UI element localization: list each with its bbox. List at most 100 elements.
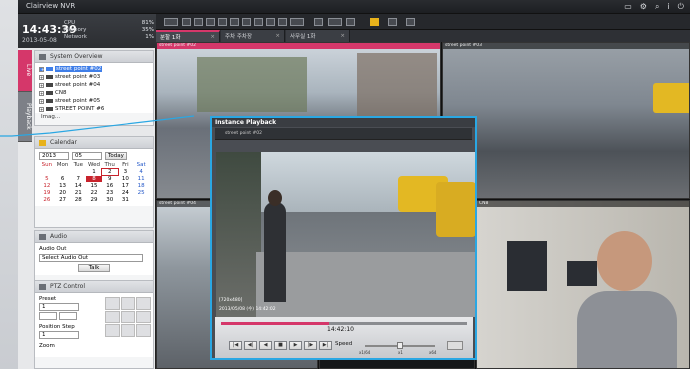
position-step-select[interactable]: 1: [39, 331, 79, 339]
calendar-day[interactable]: 10: [118, 176, 134, 182]
calendar-day[interactable]: 29: [86, 197, 102, 203]
calendar-day[interactable]: 11: [133, 176, 149, 182]
calendar-day[interactable]: 18: [133, 183, 149, 189]
bar-chart-icon[interactable]: [370, 18, 379, 26]
settings-icon[interactable]: ⚙: [640, 2, 647, 11]
calendar-day[interactable]: 6: [55, 176, 71, 182]
calendar-day[interactable]: 23: [102, 190, 118, 196]
close-dialog-button[interactable]: [447, 341, 463, 350]
ptz-down-left[interactable]: [105, 324, 120, 337]
layout-36-button[interactable]: [278, 18, 287, 26]
ptz-up-right[interactable]: [136, 297, 151, 310]
tab-playback[interactable]: Playback: [18, 92, 32, 142]
window-icon[interactable]: [346, 18, 355, 26]
playback-video[interactable]: [720x480] 2013/05/08 (수) 14:42:02: [216, 152, 475, 317]
ptz-down[interactable]: [120, 324, 136, 337]
info-icon[interactable]: i: [667, 2, 669, 11]
calendar-day[interactable]: 14: [70, 183, 86, 189]
close-icon[interactable]: ×: [275, 33, 280, 39]
calendar-day[interactable]: 26: [39, 197, 55, 203]
layout-9-button[interactable]: [230, 18, 239, 26]
ptz-right[interactable]: [136, 310, 151, 324]
tab-view-2[interactable]: 주차 주차장 ×: [221, 30, 285, 42]
tree-item[interactable]: + CN8: [39, 89, 149, 97]
close-icon[interactable]: ×: [210, 34, 215, 40]
play-icon[interactable]: ▶: [289, 341, 302, 350]
calendar-day[interactable]: 20: [55, 190, 71, 196]
year-select[interactable]: 2013: [39, 152, 69, 160]
layout-16-button[interactable]: [266, 18, 275, 26]
talk-button[interactable]: Talk: [78, 264, 110, 272]
last-frame-icon[interactable]: ▶|: [319, 341, 332, 350]
calendar-day[interactable]: 27: [55, 197, 71, 203]
tab-view-3[interactable]: 사무실 1화 ×: [286, 30, 350, 42]
preset-set-button[interactable]: [59, 312, 77, 320]
calendar-day[interactable]: 15: [86, 183, 102, 189]
ptz-left[interactable]: [105, 310, 120, 324]
close-icon[interactable]: ×: [340, 33, 345, 39]
grid-icon[interactable]: [314, 18, 323, 26]
layout-13-button[interactable]: [254, 18, 263, 26]
fit-icon[interactable]: [406, 18, 415, 26]
calendar-day[interactable]: 25: [133, 190, 149, 196]
calendar-day[interactable]: 2: [100, 168, 119, 176]
ptz-up[interactable]: [120, 297, 136, 310]
calendar-day[interactable]: 9: [102, 176, 118, 182]
calendar-day[interactable]: 30: [102, 197, 118, 203]
power-icon[interactable]: ⏻: [678, 2, 684, 11]
ptz-home[interactable]: [120, 310, 136, 324]
preset-go-button[interactable]: [39, 312, 57, 320]
reverse-icon[interactable]: ◀: [259, 341, 272, 350]
sequence-icon[interactable]: [328, 18, 342, 26]
calendar-day[interactable]: 21: [70, 190, 86, 196]
tree-item[interactable]: + STREET POINT #6: [39, 105, 149, 113]
audio-out-select[interactable]: Select Audio Out: [39, 254, 143, 262]
layout-8-button[interactable]: [218, 18, 227, 26]
calendar-day[interactable]: 3: [118, 169, 134, 175]
calendar-day[interactable]: 22: [86, 190, 102, 196]
video-cell[interactable]: CN8: [476, 200, 690, 369]
calendar-day[interactable]: 7: [70, 176, 86, 182]
layout-10-button[interactable]: [242, 18, 251, 26]
export-icon[interactable]: [388, 18, 397, 26]
fullscreen-icon[interactable]: ▭: [624, 2, 632, 11]
layout-1-button[interactable]: [182, 18, 191, 26]
ptz-up-left[interactable]: [105, 297, 120, 310]
tree-item[interactable]: + street point #03: [39, 73, 149, 81]
tree-more[interactable]: Imag...: [35, 113, 153, 121]
calendar-day[interactable]: 1: [86, 169, 102, 175]
search-icon[interactable]: ⌕: [655, 2, 659, 11]
calendar-day[interactable]: 24: [118, 190, 134, 196]
calendar-day[interactable]: 19: [39, 190, 55, 196]
calendar-day[interactable]: 13: [55, 183, 71, 189]
calendar-day[interactable]: 12: [39, 183, 55, 189]
first-frame-icon[interactable]: |◀: [229, 341, 242, 350]
step-forward-icon[interactable]: |▶: [304, 341, 317, 350]
calendar-day[interactable]: 8: [86, 176, 102, 182]
video-cell[interactable]: street point #03: [442, 42, 690, 199]
calendar-day[interactable]: 16: [102, 183, 118, 189]
tab-view-1[interactable]: 분할 1화 ×: [156, 30, 220, 42]
ptz-down-right[interactable]: [136, 324, 151, 337]
calendar-day[interactable]: 31: [118, 197, 134, 203]
playback-progress[interactable]: [221, 322, 467, 325]
step-back-icon[interactable]: ◀|: [244, 341, 257, 350]
layout-64-button[interactable]: [290, 18, 304, 26]
tree-item[interactable]: + street point #04: [39, 81, 149, 89]
preset-select[interactable]: 1: [39, 303, 79, 311]
stop-icon[interactable]: ■: [274, 341, 287, 350]
calendar-day[interactable]: 17: [118, 183, 134, 189]
layout-4-button[interactable]: [194, 18, 203, 26]
tab-live[interactable]: Live: [18, 50, 32, 92]
speed-slider-handle[interactable]: [397, 342, 403, 349]
prev-page-button[interactable]: [164, 18, 178, 26]
layout-6-button[interactable]: [206, 18, 215, 26]
month-select[interactable]: 05: [72, 152, 102, 160]
calendar-day[interactable]: 5: [39, 176, 55, 182]
title-bar: Clairview NVR ▭ ⚙ ⌕ i ⏻: [18, 0, 690, 14]
tree-item[interactable]: + street point #02: [39, 65, 149, 73]
tree-item[interactable]: + street point #05: [39, 97, 149, 105]
today-button[interactable]: Today: [105, 152, 127, 160]
calendar-day[interactable]: 4: [133, 169, 149, 175]
calendar-day[interactable]: 28: [70, 197, 86, 203]
